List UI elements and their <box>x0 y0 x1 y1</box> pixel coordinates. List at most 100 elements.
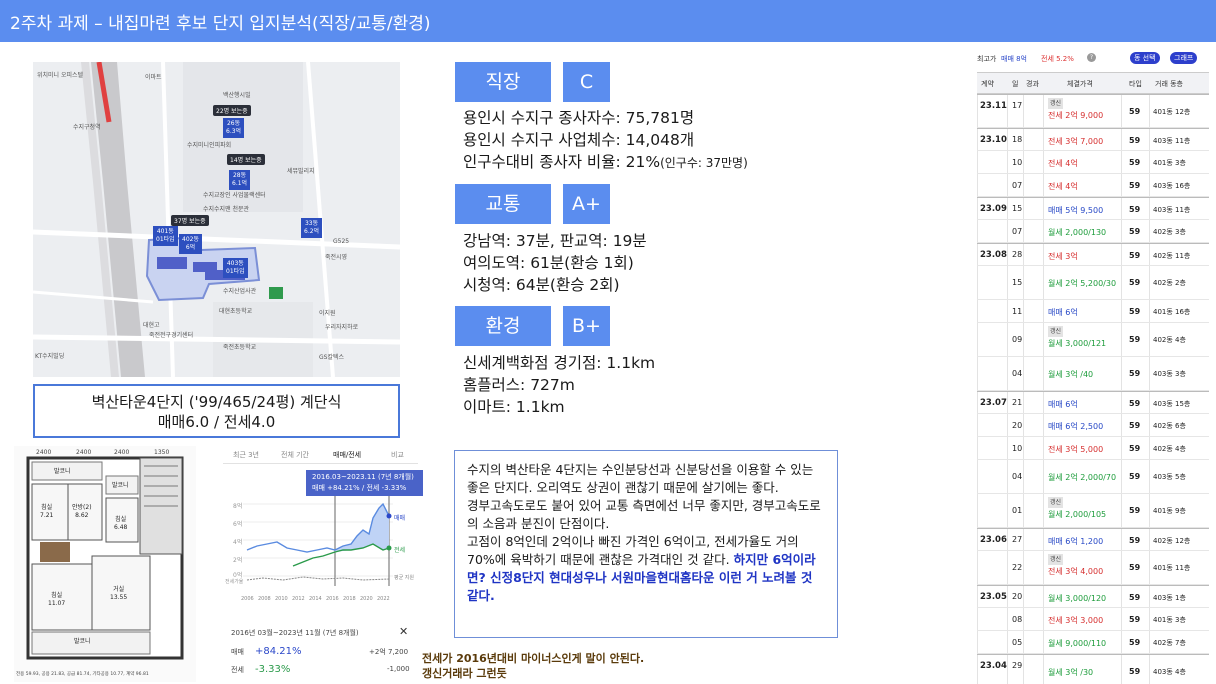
grade-badge-transit: A+ <box>563 184 610 224</box>
deal-row[interactable]: 09 갱신 월세 3,000/121 59 402동 4층 <box>977 323 1209 357</box>
x-tick: 2016 <box>326 596 339 602</box>
work-businesses: 용인시 수지구 사업체수: 14,048개 <box>463 131 695 149</box>
map-label: 죽전전구경기센터 <box>149 332 194 339</box>
deal-price: 매매 5억 9,500 <box>1048 206 1104 215</box>
deal-month: 23.04 <box>980 661 1007 671</box>
deal-price: 월세 3억 /40 <box>1048 370 1094 379</box>
deal-row[interactable]: 23.10 18 전세 3억 7,000 59 403동 11층 <box>977 128 1209 151</box>
floorplan-footer: 전용 59.93, 공용 21.83, 공급 81.74, 기타공용 10.77… <box>16 672 149 677</box>
deal-row[interactable]: 23.08 28 전세 3억 59 402동 11층 <box>977 243 1209 266</box>
tab-all-period[interactable]: 전체 기간 <box>281 450 309 460</box>
deal-type: 59 <box>1129 278 1141 287</box>
deal-price: 전세 3억 <box>1048 252 1078 261</box>
tab-recent-3y[interactable]: 최근 3년 <box>233 450 259 460</box>
price-pin[interactable]: 403동 01타입 <box>223 258 248 278</box>
deal-row[interactable]: 23.07 21 매매 6억 59 403동 15층 <box>977 391 1209 414</box>
deal-row[interactable]: 05 월세 9,000/110 59 402동 7층 <box>977 631 1209 654</box>
deal-price: 매매 6억 1,200 <box>1048 537 1104 546</box>
deal-price: 월세 3억 /30 <box>1048 668 1094 677</box>
map-view[interactable]: 위치미니 오피스텔 이마트 백산행시빌 수지구청역 세뮤빌리지 수지교장인 사업… <box>33 62 400 377</box>
floorplan-dimension: 2400 <box>76 449 92 456</box>
deal-dong-floor: 401동 3층 <box>1153 159 1186 167</box>
dong-select-button[interactable]: 동 선택 <box>1130 52 1160 64</box>
deal-row[interactable]: 01 갱신 월세 2,000/105 59 401동 9층 <box>977 494 1209 528</box>
deal-type: 59 <box>1129 444 1141 453</box>
deal-price: 월세 2억 5,200/30 <box>1048 279 1117 288</box>
complex-caption: 벽산타운4단지 ('99/465/24평) 계단식 매매6.0 / 전세4.0 <box>33 384 400 438</box>
deal-table-header: 계약 일 경과 체결가격 타입 거래 동층 <box>977 72 1209 94</box>
deal-dong-floor: 402동 2층 <box>1153 279 1186 287</box>
deal-type: 59 <box>1129 563 1141 572</box>
price-pin[interactable]: 401동 01타입 <box>153 226 178 246</box>
complex-name: 벽산타운4단지 ('99/465/24평) 계단식 <box>91 393 342 411</box>
deal-row[interactable]: 23.05 20 월세 3,000/120 59 403동 1층 <box>977 585 1209 608</box>
deal-day: 07 <box>1012 181 1023 190</box>
title-bar: 2주차 과제 – 내집마련 후보 단지 입지분석(직장/교통/환경) <box>0 0 1216 42</box>
deal-dong-floor: 403동 15층 <box>1153 400 1191 408</box>
deal-row[interactable]: 10 전세 3억 5,000 59 402동 4층 <box>977 437 1209 460</box>
deal-type: 59 <box>1129 335 1141 344</box>
deal-day: 10 <box>1012 444 1023 453</box>
tab-sale-jeonse[interactable]: 매매/전세 <box>333 450 361 460</box>
deal-row[interactable]: 10 전세 4억 59 401동 3층 <box>977 151 1209 174</box>
deal-row[interactable]: 07 월세 2,000/130 59 402동 3층 <box>977 220 1209 243</box>
price-pin[interactable]: 33동 6.2억 <box>301 218 323 238</box>
y-tick: 8억 <box>233 503 243 510</box>
price-pin[interactable]: 26동 6.3억 <box>223 118 245 138</box>
sale-label: 매매 <box>231 648 244 656</box>
deal-row[interactable]: 15 월세 2억 5,200/30 59 402동 2층 <box>977 266 1209 300</box>
sale-amount: +2억 7,200 <box>369 648 409 656</box>
deal-type: 59 <box>1129 399 1141 408</box>
summary-jeonse: 전세 5.2% <box>1041 55 1074 63</box>
deal-row[interactable]: 23.06 27 매매 6억 1,200 59 402동 12층 <box>977 528 1209 551</box>
price-pin[interactable]: 402동 6억 <box>179 234 202 254</box>
deal-row[interactable]: 07 전세 4억 59 403동 16층 <box>977 174 1209 197</box>
deal-row[interactable]: 23.09 15 매매 5억 9,500 59 403동 11층 <box>977 197 1209 220</box>
deal-type: 59 <box>1129 136 1141 145</box>
renewal-tag: 갱신 <box>1048 98 1064 109</box>
deal-day: 21 <box>1012 398 1023 407</box>
deal-row[interactable]: 20 매매 6억 2,500 59 402동 6층 <box>977 414 1209 437</box>
renewal-tag: 갱신 <box>1048 326 1064 337</box>
deal-price: 전세 3억 5,000 <box>1048 445 1104 454</box>
deal-day: 05 <box>1012 638 1023 647</box>
graph-button[interactable]: 그래프 <box>1170 52 1198 64</box>
deal-row[interactable]: 04 월세 3억 /40 59 403동 3층 <box>977 357 1209 391</box>
deal-row[interactable]: 23.04 29 월세 3억 /30 59 403동 4층 <box>977 654 1209 684</box>
deal-dong-floor: 402동 6층 <box>1153 422 1186 430</box>
map-label: 대현고 <box>143 322 160 329</box>
tab-compare[interactable]: 비교 <box>391 450 404 460</box>
deal-dong-floor: 401동 9층 <box>1153 507 1186 515</box>
floorplan-dimension: 2400 <box>36 449 52 456</box>
summary-label: 최고가 <box>977 55 997 63</box>
analysis-comment: 수지의 벽산타운 4단지는 수인분당선과 신분당선을 이용할 수 있는 좋은 단… <box>454 450 838 638</box>
deal-day: 11 <box>1012 307 1023 316</box>
map-label: 대현초등학교 <box>219 308 253 315</box>
environment-line: 신세계백화점 경기점: 1.1km <box>463 354 656 372</box>
map-label: 죽전시영 <box>325 254 348 261</box>
deal-row[interactable]: 22 갱신 전세 3억 4,000 59 401동 11층 <box>977 551 1209 585</box>
deal-row[interactable]: 23.11 17 갱신 전세 2억 9,000 59 401동 12층 <box>977 94 1209 128</box>
floorplan-room: 침실 6.48 <box>114 516 128 531</box>
floorplan-room: 발코니 <box>54 468 71 475</box>
header-dong-floor: 거래 동층 <box>1155 80 1183 88</box>
map-label: 우리자지하로 <box>325 324 359 331</box>
help-icon[interactable]: ? <box>1087 53 1096 62</box>
close-icon[interactable]: ✕ <box>399 625 408 638</box>
sale-change: +84.21% <box>255 646 302 657</box>
grade-badge-work: C <box>563 62 610 102</box>
deal-month: 23.05 <box>980 592 1007 602</box>
work-employees: 용인시 수지구 종사자수: 75,781명 <box>463 109 695 127</box>
price-pin[interactable]: 28동 6.1억 <box>229 170 251 190</box>
handwritten-note: 전세가 2016년대비 마이너스인게 말이 안된다. <box>422 652 645 665</box>
deal-row[interactable]: 11 매매 6억 59 401동 16층 <box>977 300 1209 323</box>
deal-month: 23.09 <box>980 204 1007 214</box>
deal-row[interactable]: 08 전세 3억 3,000 59 401동 3층 <box>977 608 1209 631</box>
deal-month: 23.07 <box>980 398 1007 408</box>
x-tick: 2014 <box>309 596 322 602</box>
y-tick: 전세가율 <box>225 579 244 585</box>
x-tick: 2022 <box>377 596 390 602</box>
page-title: 2주차 과제 – 내집마련 후보 단지 입지분석(직장/교통/환경) <box>10 14 431 34</box>
environment-line: 이마트: 1.1km <box>463 398 565 416</box>
deal-row[interactable]: 04 월세 2억 2,000/70 59 403동 5층 <box>977 460 1209 494</box>
